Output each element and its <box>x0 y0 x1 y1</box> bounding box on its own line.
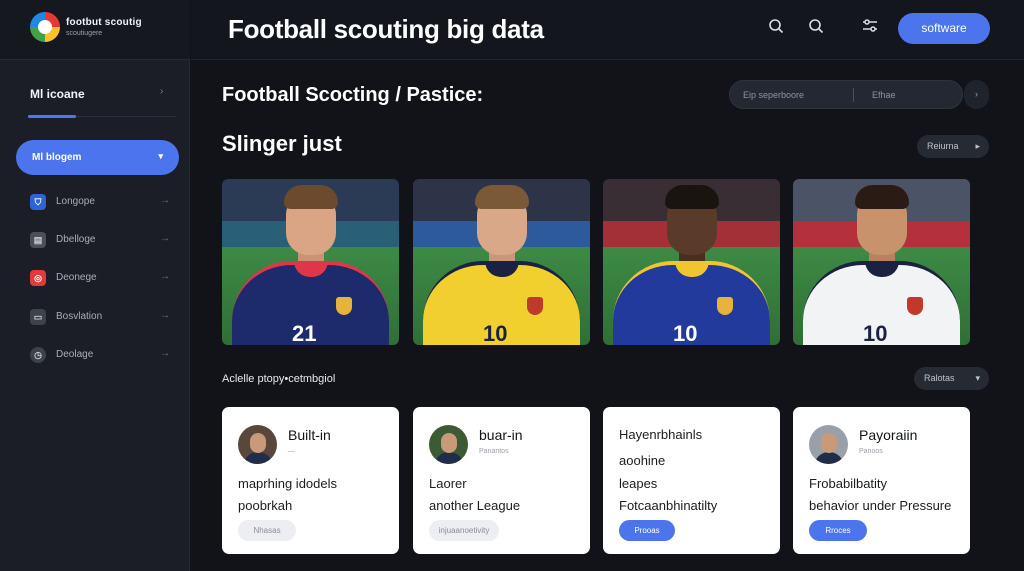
divider <box>76 116 176 117</box>
sidebar-item-label: Bosvlation <box>56 311 103 322</box>
search-filter-text: Efhae <box>872 90 896 100</box>
document-icon: ▭ <box>30 309 46 325</box>
player-card[interactable]: 21 <box>222 179 399 345</box>
avatar <box>429 425 468 464</box>
chevron-down-icon: ▾ <box>158 151 163 161</box>
play-icon: ▸ <box>975 141 980 151</box>
section-label: Aclelle ptopy•cetmbgiol <box>222 373 336 385</box>
card-subtitle: Panoos <box>859 448 883 455</box>
card-tag[interactable]: Nhasas <box>238 520 296 541</box>
top-bar: Football scouting big data software <box>191 0 1024 60</box>
card-tag[interactable]: Rroces <box>809 520 867 541</box>
card-tag[interactable]: Prooas <box>619 520 675 541</box>
card-title: Built-in <box>288 427 331 443</box>
sidebar-item-label: Deonege <box>56 272 97 283</box>
filter-icon[interactable] <box>860 18 880 38</box>
brand-subtitle: scoutiugere <box>66 30 103 37</box>
arrow-right-icon: → <box>160 195 170 206</box>
divider <box>853 88 854 102</box>
sidebar-item-label: Ml blogem <box>32 152 82 163</box>
card-text: aoohine <box>619 453 666 468</box>
player-card[interactable]: 10 <box>603 179 780 345</box>
return-button[interactable]: Reiurna ▸ <box>917 135 989 158</box>
search-placeholder: Eip seperboore <box>743 90 805 100</box>
sidebar: footbut scoutig scoutiugere Ml icoane › … <box>0 0 190 571</box>
target-icon: ◎ <box>30 270 46 286</box>
related-button[interactable]: Ralotas ▾ <box>914 367 989 390</box>
return-button-label: Reiurna <box>927 141 959 151</box>
sidebar-item-dbelloge[interactable]: ▤ Dbelloge → <box>30 231 170 251</box>
sidebar-item-label: Dbelloge <box>56 234 96 245</box>
card-text: Laorer <box>429 476 467 491</box>
avatar <box>238 425 277 464</box>
crest-icon <box>336 297 352 315</box>
brand-name: footbut scoutig <box>66 17 142 28</box>
players-subtitle: Slinger just <box>222 131 342 156</box>
arrow-right-icon: → <box>160 348 170 359</box>
section-title: Football Scocting / Pastice: <box>222 84 484 106</box>
software-button[interactable]: software <box>898 13 990 44</box>
card-subtitle: — <box>288 448 295 455</box>
arrow-right-icon: → <box>160 233 170 244</box>
card-title: buar-in <box>479 427 523 443</box>
sidebar-item-deolage[interactable]: ◷ Deolage → <box>30 346 170 366</box>
sidebar-item-active[interactable]: Ml blogem ▾ <box>16 140 179 175</box>
related-button-label: Ralotas <box>924 373 955 383</box>
chevron-right-icon[interactable]: › <box>160 86 163 97</box>
sidebar-item-deonege[interactable]: ◎ Deonege → <box>30 269 170 289</box>
crest-icon <box>527 297 543 315</box>
player-card[interactable]: 10 <box>793 179 970 345</box>
arrow-right-icon: → <box>160 310 170 321</box>
chevron-right-icon[interactable]: › <box>964 80 989 109</box>
brand[interactable]: footbut scoutig scoutiugere <box>0 0 190 60</box>
clock-icon: ◷ <box>30 347 46 363</box>
app-title: Football scouting big data <box>228 14 544 44</box>
card-text: Frobabilbatity <box>809 476 888 491</box>
card-text: Hayenrbhainls <box>619 427 703 442</box>
app-logo <box>30 12 60 42</box>
player-hair <box>665 185 719 209</box>
insight-card[interactable]: Payoraiin Panoos Frobabilbatity behavior… <box>793 407 970 554</box>
player-hair <box>855 185 909 209</box>
avatar <box>809 425 848 464</box>
card-text: another League <box>429 498 521 513</box>
arrow-right-icon: → <box>160 271 170 282</box>
card-text: Fotcaanbhinatilty <box>619 498 718 513</box>
player-hair <box>475 185 529 209</box>
sidebar-item-longope[interactable]: ⛉ Longope → <box>30 193 170 213</box>
card-text: behavior under Pressure <box>809 498 952 513</box>
player-card[interactable]: 10 <box>413 179 590 345</box>
sidebar-item-bosvlation[interactable]: ▭ Bosvlation → <box>30 308 170 328</box>
jersey-number: 10 <box>673 321 698 345</box>
jersey-number: 10 <box>863 321 888 345</box>
card-text: leapes <box>619 476 658 491</box>
crest-icon <box>907 297 923 315</box>
sidebar-item-label: Longope <box>56 196 95 207</box>
insight-card[interactable]: Hayenrbhainls aoohine leapes Fotcaanbhin… <box>603 407 780 554</box>
search-icon[interactable] <box>766 18 786 38</box>
sidebar-item-label: Deolage <box>56 349 94 360</box>
chevron-down-icon: ▾ <box>975 373 980 383</box>
shield-icon: ⛉ <box>30 194 46 210</box>
search-input[interactable]: Eip seperboore Efhae <box>729 80 963 109</box>
sidebar-heading-underline <box>28 115 76 118</box>
card-text: maprhing idodels <box>238 476 338 491</box>
card-text: poobrkah <box>238 498 293 513</box>
player-hair <box>284 185 338 209</box>
card-tag[interactable]: injuaanoetivity <box>429 520 499 541</box>
jersey-number: 21 <box>292 321 317 345</box>
insight-card[interactable]: Built-in — maprhing idodels poobrkah Nha… <box>222 407 399 554</box>
card-subtitle: Panantos <box>479 448 509 455</box>
sidebar-heading[interactable]: Ml icoane <box>30 87 85 101</box>
crest-icon <box>717 297 733 315</box>
search-icon[interactable] <box>806 18 826 38</box>
card-title: Payoraiin <box>859 427 918 443</box>
jersey-number: 10 <box>483 321 508 345</box>
grid-icon: ▤ <box>30 232 46 248</box>
insight-card[interactable]: buar-in Panantos Laorer another League i… <box>413 407 590 554</box>
